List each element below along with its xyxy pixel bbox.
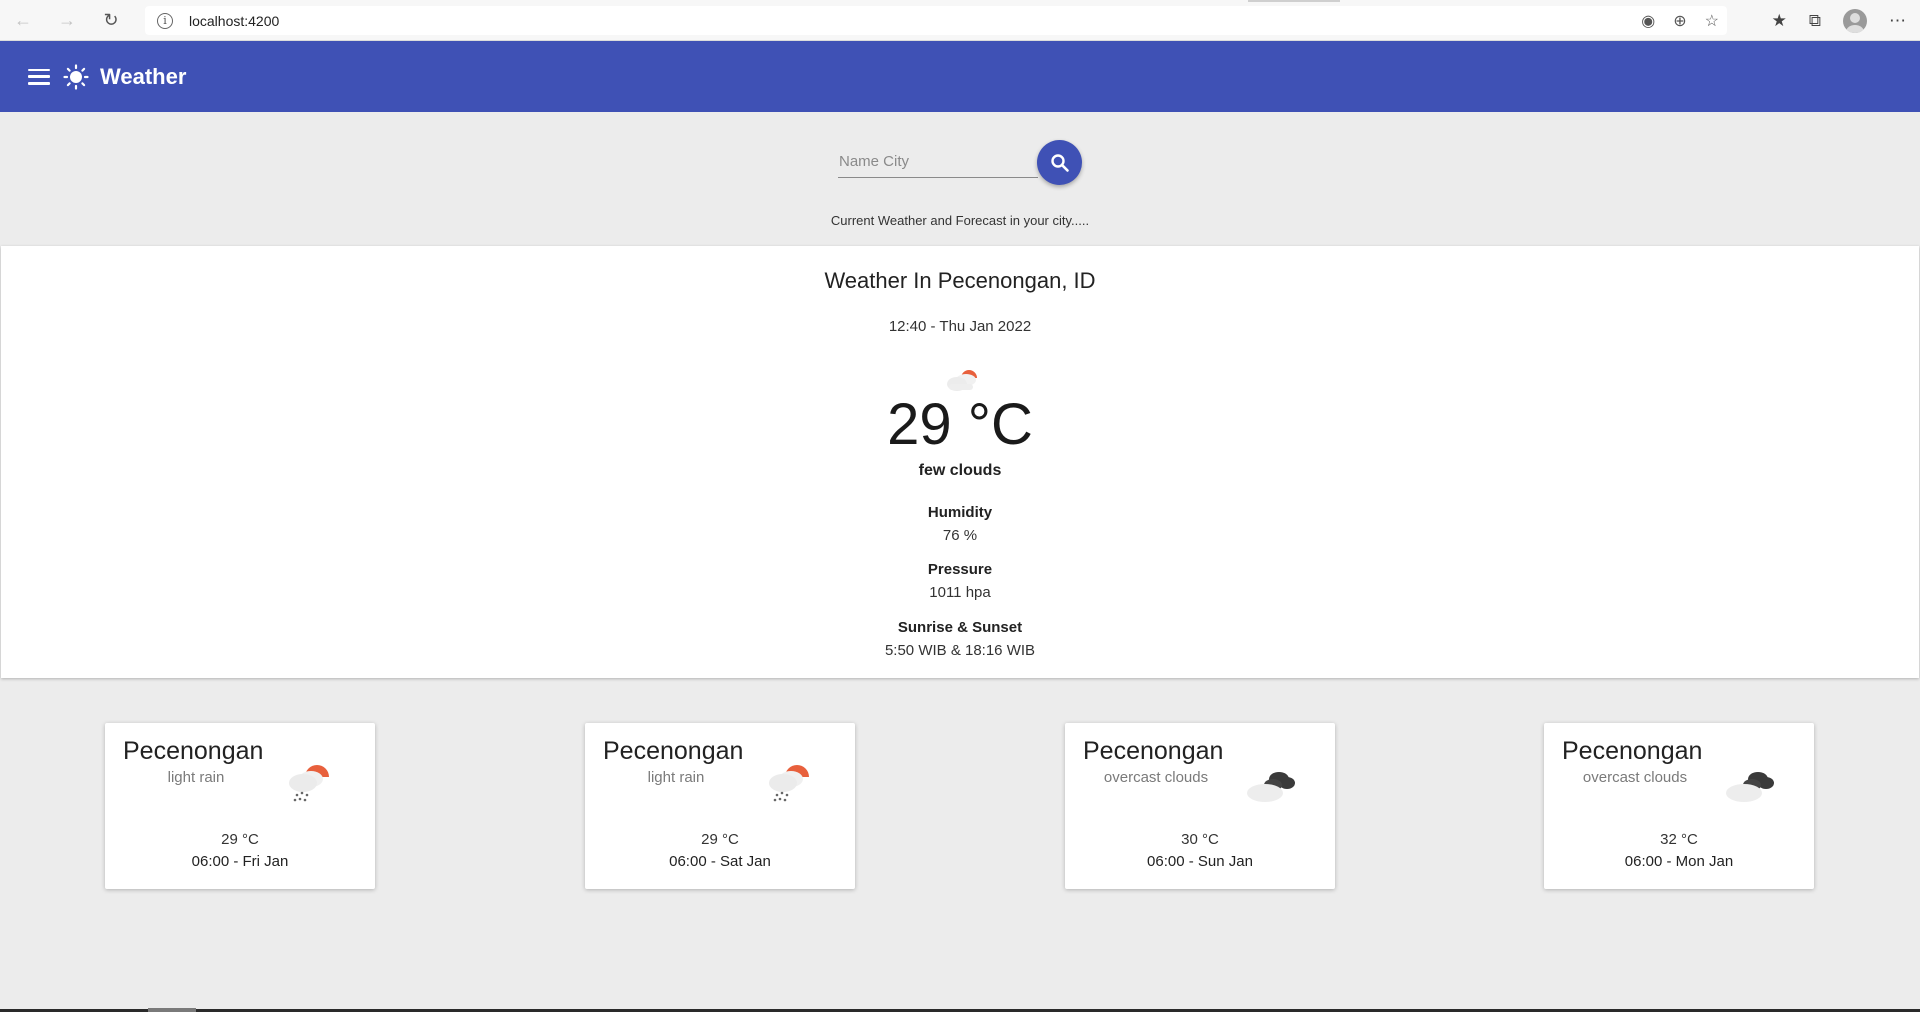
forecast-date: 06:00 - Fri Jan [191,853,289,870]
humidity-label: Humidity [927,504,993,521]
overcast-clouds-icon [1726,772,1774,802]
more-options-icon[interactable]: ⋯ [1889,11,1906,31]
current-weather-title: Weather In Pecenongan, ID [824,268,1096,293]
forecast-temperature: 29 °C [221,831,259,848]
sunrise-sunset-value: 5:50 WIB & 18:16 WIB [884,642,1036,659]
forecast-card[interactable]: Pecenongan light rain 29 °C 06:00 - Sat … [585,723,855,889]
favorite-add-icon[interactable]: ☆ [1705,11,1719,31]
forecast-city: Pecenongan [603,737,744,765]
sunrise-sunset-label: Sunrise & Sunset [897,619,1023,636]
forecast-description: light rain [167,769,225,786]
overcast-clouds-icon [1247,772,1295,802]
browser-right-tools: ★ ⧉ ⋯ [1772,0,1906,41]
forecast-temperature: 29 °C [701,831,739,848]
tagline: Current Weather and Forecast in your cit… [830,213,1090,228]
search-form [838,140,1082,186]
forecast-date: 06:00 - Sun Jan [1147,853,1253,870]
current-description: few clouds [918,462,1002,479]
back-arrow-icon[interactable]: ← [10,7,36,33]
forecast-card[interactable]: Pecenongan overcast clouds 30 °C 06:00 -… [1065,723,1335,889]
forecast-description: overcast clouds [1582,769,1688,786]
forecast-temperature: 30 °C [1181,831,1219,848]
menu-icon[interactable] [28,68,50,85]
pressure-value: 1011 hpa [929,584,991,601]
forecast-description: light rain [647,769,705,786]
url-text[interactable]: localhost:4200 [189,13,279,29]
light-rain-icon [769,765,809,802]
location-icon[interactable]: ◉ [1641,11,1655,31]
forecast-card[interactable]: Pecenongan light rain 29 °C 06:00 - Fri … [105,723,375,889]
current-weather-time: 12:40 - Thu Jan 2022 [888,318,1032,335]
favorites-icon[interactable]: ★ [1772,11,1787,31]
forecast-date: 06:00 - Sat Jan [669,853,771,870]
app-title: Weather [100,63,187,89]
forecast-city: Pecenongan [1562,737,1703,765]
current-temperature: 29 °C [887,392,1033,457]
browser-toolbar: ← → ↻ i localhost:4200 ◉ ⊕ ☆ ★ ⧉ ⋯ [0,0,1920,41]
reload-icon[interactable]: ↻ [98,7,124,33]
sun-icon [63,63,89,90]
site-info-icon[interactable]: i [157,12,173,29]
few-clouds-day-icon [947,370,977,391]
tab-indicator [1248,0,1340,2]
forecast-city: Pecenongan [1083,737,1224,765]
current-weather-card: Weather In Pecenongan, ID 12:40 - Thu Ja… [1,246,1919,678]
forecast-temperature: 32 °C [1660,831,1698,848]
taskbar-indicator [148,1008,196,1012]
forecast-city: Pecenongan [123,737,264,765]
light-rain-icon [289,765,329,802]
search-icon [1050,153,1069,172]
forecast-date: 06:00 - Mon Jan [1624,853,1734,870]
zoom-icon[interactable]: ⊕ [1673,11,1686,31]
forecast-description: overcast clouds [1103,769,1209,786]
address-bar[interactable]: i localhost:4200 ◉ ⊕ ☆ [145,6,1727,35]
address-bar-icons: ◉ ⊕ ☆ [1641,6,1719,35]
humidity-value: 76 % [942,527,978,544]
profile-avatar[interactable] [1843,8,1867,33]
city-search-input[interactable] [838,146,1038,178]
forward-arrow-icon[interactable]: → [54,7,80,33]
forecast-card[interactable]: Pecenongan overcast clouds 32 °C 06:00 -… [1544,723,1814,889]
collections-icon[interactable]: ⧉ [1809,11,1821,31]
search-button[interactable] [1037,140,1082,185]
pressure-label: Pressure [927,561,993,578]
app-header: Weather [0,41,1920,112]
